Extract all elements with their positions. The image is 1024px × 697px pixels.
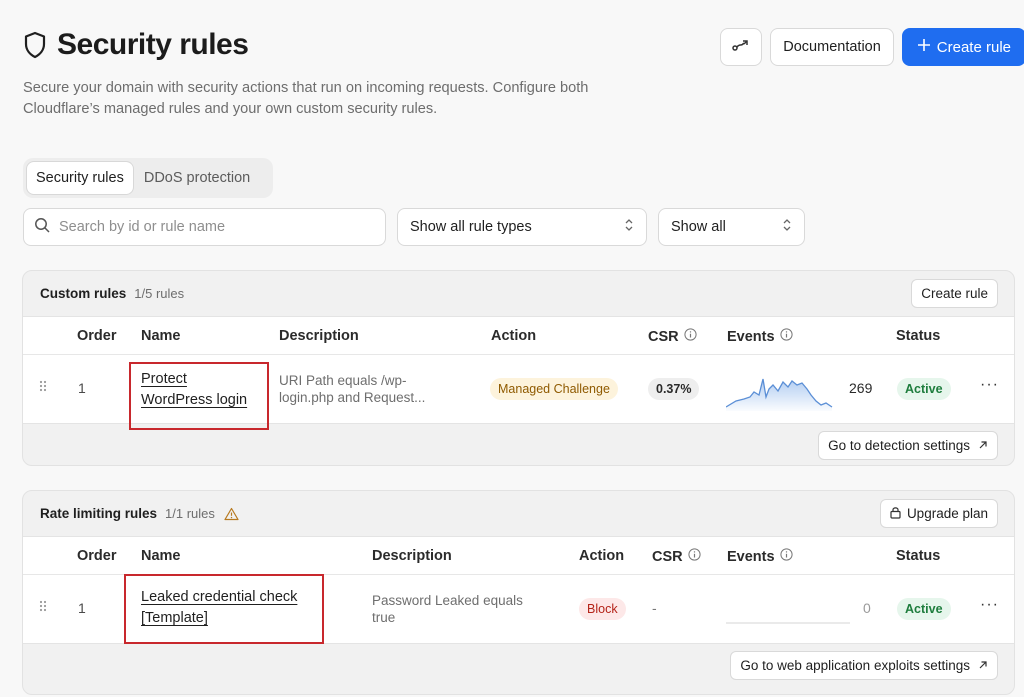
tab-security-rules[interactable]: Security rules [26, 161, 134, 195]
detection-settings-label: Go to detection settings [828, 438, 970, 453]
plus-icon [917, 38, 931, 56]
rule-order: 1 [78, 600, 86, 616]
upgrade-plan-label: Upgrade plan [906, 506, 988, 521]
rate-limiting-table: Order Name Description Action CSR Events… [23, 536, 1014, 644]
column-order: Order [77, 328, 117, 344]
status-badge: Active [897, 598, 951, 620]
events-count: 0 [863, 600, 871, 616]
warning-icon[interactable] [224, 507, 239, 521]
route-icon [732, 38, 750, 56]
column-csr: CSR [648, 328, 697, 345]
tab-ddos-protection[interactable]: DDoS protection [134, 161, 260, 195]
column-events-label: Events [727, 328, 775, 345]
search-box[interactable] [23, 208, 386, 246]
rule-type-select[interactable]: Show all rule types [397, 208, 647, 246]
column-csr: CSR [652, 548, 701, 565]
column-status: Status [896, 548, 941, 564]
info-icon[interactable] [684, 328, 697, 345]
create-custom-rule-button[interactable]: Create rule [911, 279, 998, 308]
column-status: Status [896, 328, 941, 344]
card-footer: Go to web application exploits settings [23, 644, 1014, 684]
column-name: Name [141, 328, 181, 344]
table-row[interactable]: 1 Protect WordPress login URI Path equal… [23, 355, 1014, 430]
upgrade-plan-button[interactable]: Upgrade plan [879, 499, 998, 528]
action-badge: Block [579, 598, 626, 620]
column-description: Description [372, 548, 452, 564]
show-select[interactable]: Show all [658, 208, 805, 246]
rule-name-link[interactable]: Leaked credential check [Template] [141, 587, 316, 629]
route-button[interactable] [720, 28, 763, 66]
column-description: Description [279, 328, 359, 344]
search-input[interactable] [59, 219, 359, 235]
csr-value: - [652, 600, 657, 616]
rule-description: Password Leaked equals true [372, 593, 523, 625]
table-header: Order Name Description Action CSR Events… [23, 317, 1014, 355]
column-csr-label: CSR [652, 548, 683, 565]
card-footer: Go to detection settings [23, 424, 1014, 464]
chevron-up-down-icon [782, 218, 792, 236]
column-csr-label: CSR [648, 328, 679, 345]
card-title: Rate limiting rules [40, 506, 158, 521]
documentation-button[interactable]: Documentation [770, 28, 894, 66]
drag-handle-icon[interactable] [39, 600, 47, 615]
exploits-settings-label: Go to web application exploits settings [740, 658, 970, 673]
page-header: Security rules Secure your domain with s… [23, 28, 1024, 158]
lock-icon [890, 506, 901, 522]
search-icon [34, 217, 50, 238]
column-events-label: Events [727, 548, 775, 565]
events-count: 269 [849, 380, 873, 396]
custom-rules-card: Custom rules 1/5 rules Create rule Order… [22, 270, 1015, 466]
info-icon[interactable] [779, 548, 793, 565]
card-title: Custom rules [40, 286, 127, 301]
column-action: Action [491, 328, 537, 344]
info-icon[interactable] [688, 548, 701, 565]
arrow-up-right-icon [978, 658, 988, 673]
tab-bar: Security rules DDoS protection [23, 158, 273, 198]
detection-settings-button[interactable]: Go to detection settings [818, 431, 998, 460]
column-order: Order [77, 548, 117, 564]
rate-limiting-rules-card: Rate limiting rules 1/1 rules Upgrade pl… [22, 490, 1015, 695]
column-events: Events [727, 328, 793, 345]
custom-rules-table: Order Name Description Action CSR Events… [23, 316, 1014, 430]
more-icon[interactable]: ··· [980, 596, 999, 614]
rule-count: 1/5 rules [134, 286, 185, 301]
events-sparkline [726, 378, 833, 411]
chevron-up-down-icon [624, 218, 634, 236]
column-events: Events [727, 548, 793, 565]
info-icon[interactable] [779, 328, 793, 345]
create-rule-button[interactable]: Create rule [901, 28, 1024, 66]
csr-badge: 0.37% [648, 378, 700, 400]
exploits-settings-button[interactable]: Go to web application exploits settings [730, 651, 998, 680]
page-title: Security rules [57, 28, 249, 61]
table-header: Order Name Description Action CSR Events… [23, 537, 1014, 575]
create-rule-label: Create rule [936, 38, 1011, 56]
card-header: Rate limiting rules 1/1 rules Upgrade pl… [23, 491, 1014, 536]
status-badge: Active [897, 378, 951, 400]
header-actions: Documentation Create rule [720, 28, 1024, 66]
action-badge: Managed Challenge [490, 378, 618, 400]
more-icon[interactable]: ··· [980, 376, 999, 394]
page-subtitle: Secure your domain with security actions… [23, 80, 589, 117]
column-name: Name [141, 548, 181, 564]
card-header: Custom rules 1/5 rules Create rule [23, 271, 1014, 316]
drag-handle-icon[interactable] [39, 380, 47, 395]
table-row[interactable]: 1 Leaked credential check [Template] Pas… [23, 574, 1014, 644]
rule-count: 1/1 rules [165, 506, 215, 521]
rule-order: 1 [78, 380, 86, 396]
rule-description: URI Path equals /wp-login.php and Reques… [279, 373, 426, 405]
shield-icon [23, 31, 47, 59]
column-action: Action [579, 548, 625, 564]
events-sparkline [726, 622, 850, 624]
rule-name-link[interactable]: Protect WordPress login [141, 369, 259, 411]
rule-type-value: Show all rule types [410, 219, 532, 235]
arrow-up-right-icon [978, 438, 988, 453]
show-value: Show all [671, 219, 726, 235]
